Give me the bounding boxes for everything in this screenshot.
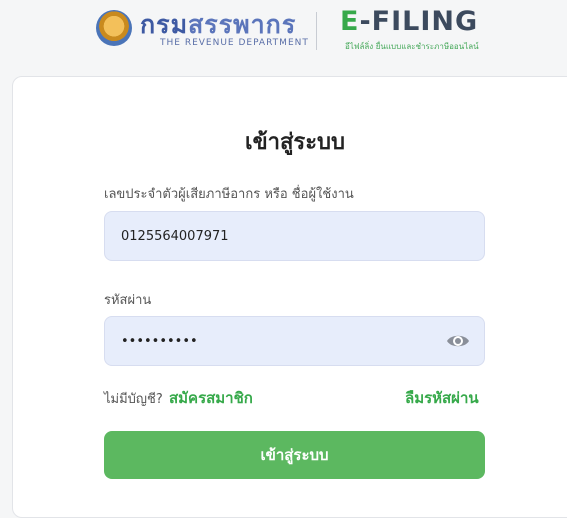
- username-field-wrapper: [104, 211, 485, 261]
- revenue-department-seal-icon: [96, 10, 132, 46]
- header-divider: [316, 12, 317, 50]
- password-label: รหัสผ่าน: [104, 293, 152, 308]
- rd-title-part-b: สรรพากร: [188, 10, 297, 39]
- rd-title-part-a: กรม: [140, 10, 189, 39]
- efiling-subtitle: อีไฟล์ลิ่ง ยื่นแบบและชำระภาษีออนไลน์: [345, 42, 479, 51]
- login-title: เข้าสู่ระบบ: [245, 130, 345, 155]
- eye-icon[interactable]: [446, 331, 470, 351]
- password-field-wrapper: [104, 316, 485, 366]
- register-link[interactable]: สมัครสมาชิก: [169, 386, 253, 410]
- header: กรมสรรพากร THE REVENUE DEPARTMENT E-FILI…: [0, 0, 567, 70]
- forgot-password-link[interactable]: ลืมรหัสผ่าน: [405, 386, 479, 410]
- username-label: เลขประจำตัวผู้เสียภาษีอากร หรือ ชื่อผู้ใ…: [104, 187, 354, 202]
- revenue-department-subtitle: THE REVENUE DEPARTMENT: [160, 38, 309, 48]
- efiling-logo-e: E: [340, 6, 360, 37]
- no-account-text: ไม่มีบัญชี?: [104, 392, 163, 407]
- password-input[interactable]: [105, 317, 484, 365]
- efiling-logo-text: E-FILING: [340, 6, 478, 37]
- efiling-logo-rest: -FILING: [359, 6, 479, 37]
- username-input[interactable]: [105, 212, 484, 260]
- login-button[interactable]: เข้าสู่ระบบ: [104, 431, 485, 479]
